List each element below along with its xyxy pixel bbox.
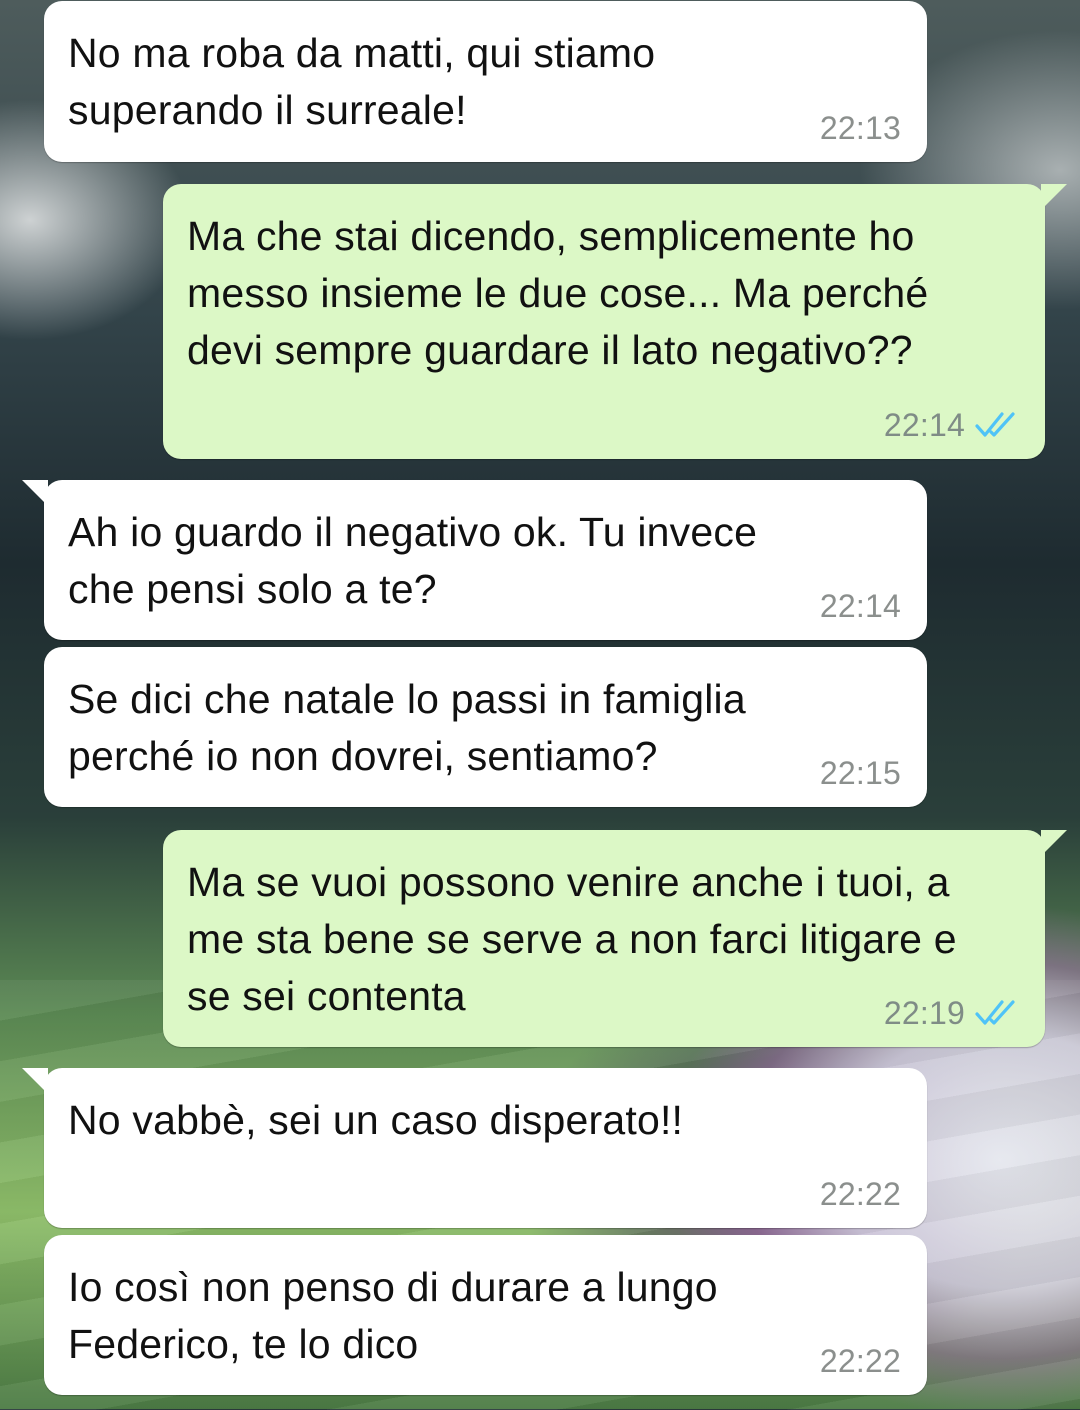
message-text: No ma roba da matti, qui stiamo superand… (68, 30, 656, 133)
message-text: Ma che stai dicendo, semplicemente ho me… (187, 213, 929, 373)
message-time: 22:15 (819, 755, 901, 791)
message-time: 22:13 (819, 110, 901, 146)
outgoing-message[interactable]: Ma che stai dicendo, semplicemente ho me… (163, 184, 1067, 459)
read-ticks-icon (975, 412, 1015, 437)
message-meta: 22:22 (820, 1174, 901, 1214)
message-meta: 22:13 (820, 108, 901, 148)
message-time: 22:19 (883, 995, 965, 1031)
message-text: Se dici che natale lo passi in famiglia … (68, 676, 746, 779)
incoming-message[interactable]: Io così non penso di durare a lungo Fede… (44, 1235, 927, 1395)
message-text: Ma se vuoi possono venire anche i tuoi, … (187, 859, 957, 1019)
message-time: 22:14 (819, 588, 901, 624)
incoming-message[interactable]: No vabbè, sei un caso disperato!! 22:22 (22, 1068, 927, 1228)
incoming-message[interactable]: Se dici che natale lo passi in famiglia … (44, 647, 927, 807)
message-meta: 22:22 (820, 1341, 901, 1381)
message-meta: 22:14 (820, 586, 901, 626)
message-time: 22:22 (819, 1343, 901, 1379)
read-ticks-icon (975, 1000, 1015, 1025)
incoming-message[interactable]: No ma roba da matti, qui stiamo superand… (44, 1, 927, 162)
message-meta: 22:14 (884, 405, 1019, 445)
message-text: Ah io guardo il negativo ok. Tu invece c… (68, 509, 758, 612)
outgoing-message[interactable]: Ma se vuoi possono venire anche i tuoi, … (163, 830, 1067, 1047)
message-time: 22:14 (883, 407, 965, 443)
incoming-message[interactable]: Ah io guardo il negativo ok. Tu invece c… (22, 480, 927, 640)
message-list[interactable]: No ma roba da matti, qui stiamo superand… (0, 0, 1080, 1409)
message-text: No vabbè, sei un caso disperato!! (68, 1097, 684, 1143)
message-meta: 22:15 (820, 753, 901, 793)
message-meta: 22:19 (884, 993, 1019, 1033)
message-time: 22:22 (819, 1176, 901, 1212)
message-text: Io così non penso di durare a lungo Fede… (68, 1264, 718, 1367)
